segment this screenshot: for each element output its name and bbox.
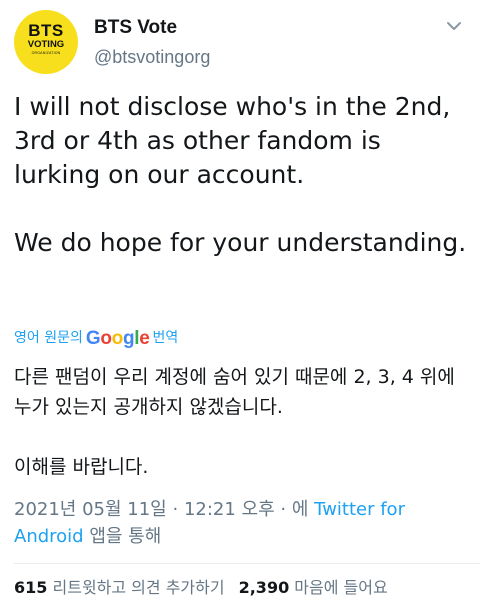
logo-text-voting: VOTING — [27, 39, 65, 50]
tweet-header: BTS VOTING ORGANIZATION BTS Vote @btsvot… — [14, 10, 466, 74]
meta-separator: · — [280, 499, 287, 520]
tweet-meta: 2021년 05월 11일 · 12:21 오후 · 에 Twitter for… — [14, 496, 468, 550]
retweet-label[interactable]: 리트윗하고 의견 추가하기 — [53, 578, 225, 597]
retweet-count[interactable]: 615 — [14, 578, 47, 597]
tweet-time[interactable]: 12:21 오후 — [184, 499, 275, 520]
logo-text-bts: BTS — [28, 21, 64, 40]
logo-text-organization: ORGANIZATION — [31, 51, 61, 55]
display-name[interactable]: BTS Vote — [94, 16, 177, 40]
tweet-date[interactable]: 2021년 05월 11일 — [14, 499, 167, 520]
translated-paragraph: 이해를 바랍니다. — [14, 456, 149, 478]
translated-text: 다른 팬덤이 우리 계정에 숨어 있기 때문에 2, 3, 4 위에 누가 있는… — [14, 362, 468, 482]
like-count[interactable]: 2,390 — [239, 578, 290, 597]
google-logo: Google — [85, 328, 150, 349]
translation-attribution[interactable]: 영어 원문의 Google 번역 — [14, 327, 178, 349]
translated-paragraph: 다른 팬덤이 우리 계정에 숨어 있기 때문에 2, 3, 4 위에 누가 있는… — [14, 366, 455, 418]
meta-separator: · — [172, 499, 179, 520]
via-suffix: 앱을 통해 — [89, 526, 162, 547]
translation-prefix: 영어 원문의 — [14, 330, 83, 346]
like-label[interactable]: 마음에 들어요 — [294, 578, 387, 597]
chevron-down-icon[interactable] — [444, 16, 464, 36]
divider — [14, 563, 480, 564]
via-label: 에 — [291, 499, 309, 520]
tweet-paragraph: We do hope for your understanding. — [14, 228, 467, 257]
avatar[interactable]: BTS VOTING ORGANIZATION — [14, 10, 78, 74]
tweet-paragraph: I will not disclose who's in the 2nd, 3r… — [14, 92, 451, 189]
user-handle[interactable]: @btsvotingorg — [94, 45, 210, 69]
translation-suffix: 번역 — [152, 330, 179, 346]
tweet-text: I will not disclose who's in the 2nd, 3r… — [14, 90, 468, 260]
tweet-stats: 615 리트윗하고 의견 추가하기 2,390 마음에 들어요 — [14, 576, 388, 600]
